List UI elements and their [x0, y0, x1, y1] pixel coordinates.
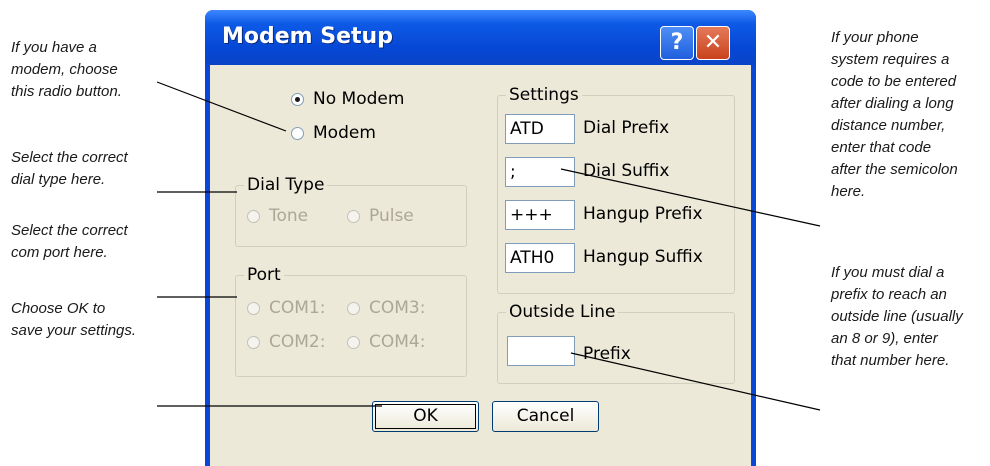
settings-legend: Settings: [506, 85, 582, 105]
radio-disabled-icon[interactable]: [247, 335, 260, 349]
outside-line-prefix-input[interactable]: [507, 336, 575, 366]
hangup-prefix-input[interactable]: +++: [505, 200, 575, 230]
callout-modem-radio: If you have a modem, choose this radio b…: [11, 39, 122, 100]
com1-label: COM1:: [269, 298, 326, 318]
modem-setup-dialog: Modem Setup ? ✕ No Modem Modem Dial Type…: [205, 10, 756, 466]
com4-label: COM4:: [369, 332, 426, 352]
pulse-label: Pulse: [369, 206, 414, 226]
callout-ok: Choose OK to save your settings.: [11, 300, 137, 339]
callout-com-port: Select the correct com port here.: [11, 222, 128, 261]
com3-label: COM3:: [369, 298, 426, 318]
radio-disabled-icon[interactable]: [347, 209, 360, 223]
hangup-suffix-input[interactable]: ATH0: [505, 243, 575, 273]
dial-prefix-label: Dial Prefix: [583, 118, 670, 138]
radio-checked-icon[interactable]: [291, 92, 304, 106]
radio-disabled-icon[interactable]: [347, 335, 360, 349]
outside-line-group: Outside Line Prefix: [497, 302, 735, 384]
dial-suffix-label: Dial Suffix: [583, 161, 670, 181]
close-button[interactable]: ✕: [696, 26, 730, 60]
dial-prefix-input[interactable]: ATD: [505, 114, 575, 144]
callout-dial-suffix: If your phone system requires a code to …: [831, 29, 958, 200]
dial-suffix-input[interactable]: ;: [505, 157, 575, 187]
com2-label: COM2:: [269, 332, 326, 352]
com2-radio[interactable]: COM2:: [247, 332, 325, 352]
no-modem-label: No Modem: [313, 89, 405, 109]
com4-radio[interactable]: COM4:: [347, 332, 425, 352]
dial-type-legend: Dial Type: [244, 175, 328, 195]
help-button[interactable]: ?: [660, 26, 694, 60]
tone-label: Tone: [269, 206, 309, 226]
ok-button[interactable]: OK: [372, 401, 479, 432]
callout-dial-type: Select the correct dial type here.: [11, 149, 128, 188]
help-icon: ?: [670, 30, 684, 55]
callout-outside-line: If you must dial a prefix to reach an ou…: [831, 264, 963, 369]
port-group: Port COM1: COM3: COM2: COM4:: [235, 265, 467, 377]
dialog-client-area: No Modem Modem Dial Type Tone Pulse Port…: [210, 65, 751, 466]
no-modem-radio[interactable]: No Modem: [291, 89, 404, 109]
com1-radio[interactable]: COM1:: [247, 298, 325, 318]
hangup-suffix-label: Hangup Suffix: [583, 247, 703, 267]
cancel-button[interactable]: Cancel: [492, 401, 599, 432]
radio-unchecked-icon[interactable]: [291, 126, 304, 140]
radio-disabled-icon[interactable]: [247, 209, 260, 223]
tone-radio[interactable]: Tone: [247, 206, 308, 226]
radio-disabled-icon[interactable]: [247, 301, 260, 315]
title-bar[interactable]: Modem Setup ? ✕: [205, 10, 756, 65]
outside-line-legend: Outside Line: [506, 302, 619, 322]
dialog-title: Modem Setup: [222, 24, 393, 49]
radio-disabled-icon[interactable]: [347, 301, 360, 315]
outside-line-prefix-label: Prefix: [583, 344, 631, 364]
dial-type-group: Dial Type Tone Pulse: [235, 175, 467, 247]
close-icon: ✕: [703, 30, 723, 55]
modem-label: Modem: [313, 123, 376, 143]
settings-group: Settings ATD Dial Prefix ; Dial Suffix +…: [497, 85, 735, 294]
port-legend: Port: [244, 265, 284, 285]
modem-radio[interactable]: Modem: [291, 123, 376, 143]
pulse-radio[interactable]: Pulse: [347, 206, 414, 226]
com3-radio[interactable]: COM3:: [347, 298, 425, 318]
hangup-prefix-label: Hangup Prefix: [583, 204, 703, 224]
